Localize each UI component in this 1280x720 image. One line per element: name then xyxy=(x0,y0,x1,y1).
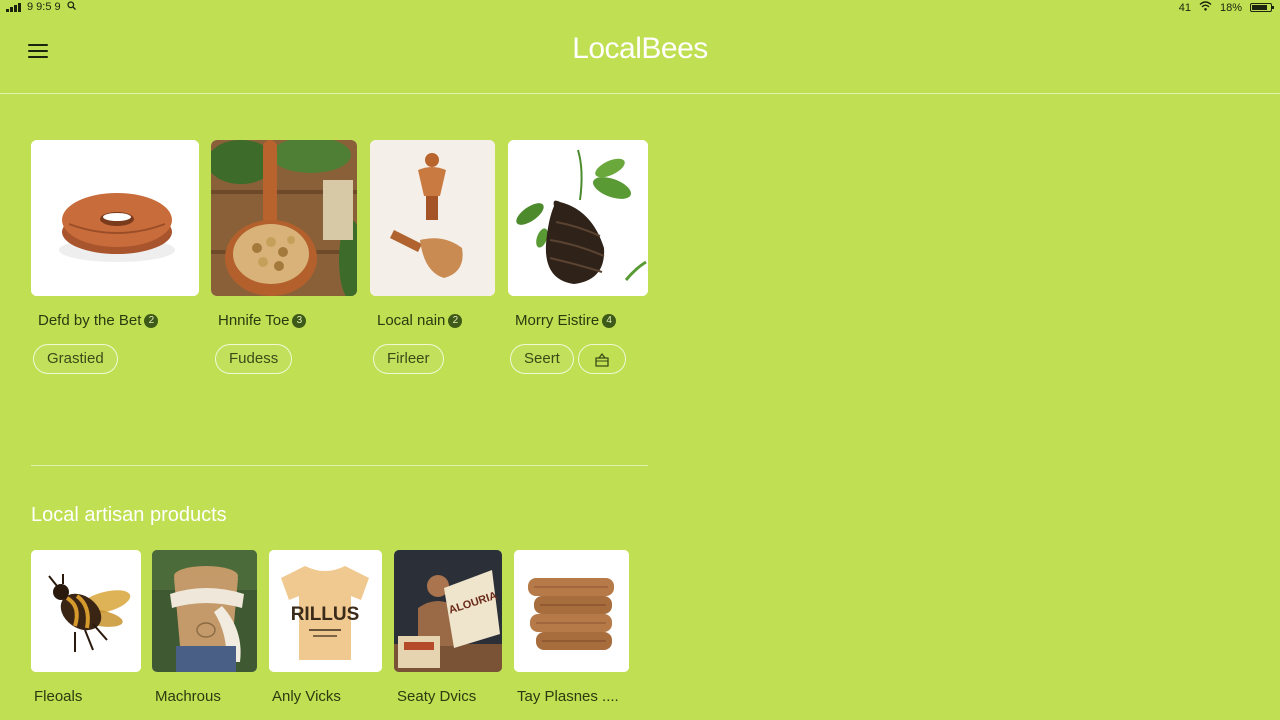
product-card[interactable]: RILLUS Anly Vicks xyxy=(269,550,382,705)
tag-button[interactable]: Grastied xyxy=(33,344,118,374)
status-bar-left: 9 9:5 9 xyxy=(6,1,76,13)
featured-title[interactable]: Defd by the Bet 2 xyxy=(38,312,159,329)
featured-image[interactable] xyxy=(211,140,357,296)
tshirt-print: RILLUS xyxy=(291,604,360,625)
app-title: LocalBees xyxy=(572,32,708,65)
product-card[interactable]: Fleoals xyxy=(31,550,141,705)
featured-title-text: Morry Eistire xyxy=(515,312,600,329)
app-header: LocalBees xyxy=(0,14,1280,94)
featured-card[interactable]: Defd by the Bet 2 Grastied xyxy=(31,140,199,374)
tag-button[interactable]: Seert xyxy=(510,344,574,374)
status-text: 9 9:5 9 xyxy=(27,1,61,13)
count-badge: 2 xyxy=(144,313,159,328)
tag-button[interactable]: Firleer xyxy=(373,344,444,374)
featured-image[interactable] xyxy=(31,140,199,296)
product-image[interactable]: RILLUS xyxy=(269,550,382,672)
product-image[interactable] xyxy=(152,550,257,672)
featured-card[interactable]: Morry Eistire 4 Seert xyxy=(508,140,648,374)
cell-signal-icon xyxy=(6,2,21,12)
featured-image[interactable] xyxy=(370,140,495,296)
featured-title[interactable]: Morry Eistire 4 xyxy=(515,312,617,329)
product-image[interactable] xyxy=(514,550,629,672)
count-badge: 2 xyxy=(448,313,463,328)
featured-title[interactable]: Hnnife Toe 3 xyxy=(218,312,307,329)
product-label[interactable]: Seaty Dvics xyxy=(397,688,476,705)
product-label[interactable]: Tay Plasnes .... xyxy=(517,688,619,705)
section-divider xyxy=(31,465,648,466)
search-icon xyxy=(67,1,76,13)
signal-text: 41 xyxy=(1178,1,1191,14)
featured-title-text: Local nain xyxy=(377,312,446,329)
product-label[interactable]: Machrous xyxy=(155,688,221,705)
wifi-icon xyxy=(1199,1,1212,14)
featured-card[interactable]: Local nain 2 Firleer xyxy=(370,140,495,374)
count-badge: 3 xyxy=(292,313,307,328)
featured-image[interactable] xyxy=(508,140,648,296)
status-bar-right: 41 18% xyxy=(1178,1,1274,14)
status-bar: 9 9:5 9 41 18% xyxy=(0,0,1280,14)
featured-title-text: Hnnife Toe xyxy=(218,312,290,329)
share-box-icon[interactable] xyxy=(578,344,626,374)
product-card[interactable]: Tay Plasnes .... xyxy=(514,550,629,705)
product-image[interactable] xyxy=(31,550,141,672)
battery-percent: 18% xyxy=(1219,1,1242,14)
product-label[interactable]: Anly Vicks xyxy=(272,688,341,705)
product-card[interactable]: ALOURIA Seaty Dvics xyxy=(394,550,502,705)
count-badge: 4 xyxy=(602,313,617,328)
section-title: Local artisan products xyxy=(31,504,227,526)
featured-card[interactable]: Hnnife Toe 3 Fudess xyxy=(211,140,357,374)
product-image[interactable]: ALOURIA xyxy=(394,550,502,672)
product-label[interactable]: Fleoals xyxy=(34,688,82,705)
featured-title-text: Defd by the Bet xyxy=(38,312,142,329)
tag-button[interactable]: Fudess xyxy=(215,344,293,374)
product-card[interactable]: Machrous xyxy=(152,550,257,705)
featured-title[interactable]: Local nain 2 xyxy=(377,312,463,329)
battery-icon xyxy=(1250,3,1274,12)
